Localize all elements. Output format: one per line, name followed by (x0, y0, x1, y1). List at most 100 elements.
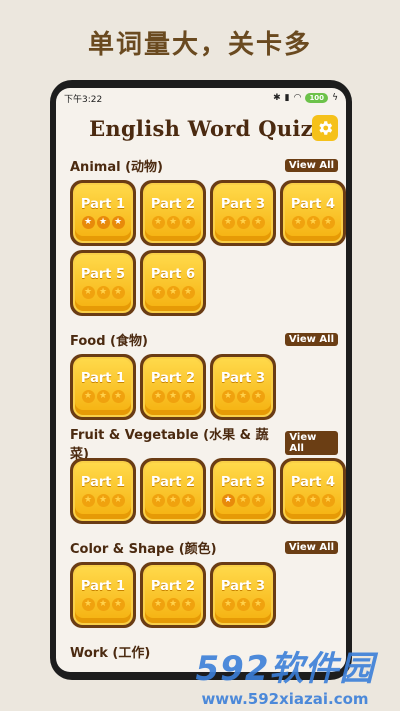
star-icon: ★ (81, 494, 95, 507)
part-label: Part 2 (150, 371, 196, 386)
part-tile[interactable]: Part 3 ★ ★ ★ (210, 562, 276, 628)
view-all-button[interactable]: View All (284, 332, 338, 346)
settings-button[interactable] (312, 115, 338, 141)
star-icon: ★ (151, 598, 165, 611)
star-rating: ★ ★ ★ (81, 286, 125, 299)
star-icon: ★ (251, 390, 265, 403)
star-icon: ★ (221, 494, 235, 507)
part-label: Part 3 (220, 197, 266, 212)
part-tile-face: Part 5 ★ ★ ★ (73, 253, 133, 313)
part-tile-face: Part 3 ★ ★ ★ (213, 461, 273, 521)
star-icon: ★ (166, 598, 180, 611)
part-tile[interactable]: Part 2 ★ ★ ★ (140, 180, 206, 246)
part-tile[interactable]: Part 2 ★ ★ ★ (140, 354, 206, 420)
part-grid: Part 1 ★ ★ ★ Part 2 ★ ★ ★ Part 3 ★ ★ ★ (64, 350, 338, 428)
status-icons: ✱ ▮ ◠ 100 ϟ (273, 93, 338, 103)
star-rating: ★ ★ ★ (81, 390, 125, 403)
part-tile[interactable]: Part 3 ★ ★ ★ (210, 354, 276, 420)
star-rating: ★ ★ ★ (151, 390, 195, 403)
app-title: English Word Quiz (89, 116, 313, 141)
part-tile[interactable]: Part 4 ★ ★ ★ (280, 180, 346, 246)
part-tile[interactable]: Part 2 ★ ★ ★ (140, 562, 206, 628)
status-time: 下午3:22 (64, 94, 103, 105)
signal-icon: ▮ (284, 93, 290, 103)
view-all-button[interactable]: View All (284, 158, 338, 172)
part-label: Part 2 (150, 197, 196, 212)
star-icon: ★ (221, 598, 235, 611)
watermark-logo: 592软件园 (195, 649, 375, 689)
star-icon: ★ (151, 494, 165, 507)
part-label: Part 3 (220, 371, 266, 386)
star-icon: ★ (151, 286, 165, 299)
part-grid: Part 1 ★ ★ ★ Part 2 ★ ★ ★ Part 3 ★ ★ ★ Part 4 ★ ★ ★ Part… (64, 176, 346, 324)
part-tile[interactable]: Part 3 ★ ★ ★ (210, 180, 276, 246)
bluetooth-icon: ✱ (273, 93, 281, 103)
star-icon: ★ (181, 216, 195, 229)
part-tile-face: Part 1 ★ ★ ★ (73, 183, 133, 243)
part-tile[interactable]: Part 1 ★ ★ ★ (70, 562, 136, 628)
part-tile-face: Part 3 ★ ★ ★ (213, 565, 273, 625)
part-tile-face: Part 2 ★ ★ ★ (143, 183, 203, 243)
star-icon: ★ (251, 598, 265, 611)
part-label: Part 2 (150, 475, 196, 490)
part-tile-face: Part 4 ★ ★ ★ (283, 183, 343, 243)
watermark-url: www.592xiazai.com (201, 690, 369, 708)
part-tile-face: Part 2 ★ ★ ★ (143, 357, 203, 417)
view-all-button[interactable]: View All (285, 431, 338, 455)
star-icon: ★ (96, 598, 110, 611)
part-tile[interactable]: Part 6 ★ ★ ★ (140, 250, 206, 316)
star-icon: ★ (166, 494, 180, 507)
star-rating: ★ ★ ★ (151, 216, 195, 229)
part-label: Part 1 (80, 197, 126, 212)
category-section: Fruit & Vegetable (水果 & 蔬菜) View All Part … (56, 428, 346, 532)
view-all-button[interactable]: View All (284, 540, 338, 554)
part-tile-face: Part 2 ★ ★ ★ (143, 565, 203, 625)
star-rating: ★ ★ ★ (151, 494, 195, 507)
star-rating: ★ ★ ★ (81, 216, 125, 229)
star-icon: ★ (321, 216, 335, 229)
star-icon: ★ (111, 286, 125, 299)
part-tile-face: Part 4 ★ ★ ★ (283, 461, 343, 521)
star-icon: ★ (221, 390, 235, 403)
star-icon: ★ (251, 216, 265, 229)
star-icon: ★ (181, 598, 195, 611)
part-grid: Part 1 ★ ★ ★ Part 2 ★ ★ ★ Part 3 ★ ★ ★ Part 4 ★ ★ ★ (64, 454, 346, 532)
part-label: Part 1 (80, 475, 126, 490)
star-icon: ★ (181, 494, 195, 507)
star-icon: ★ (221, 216, 235, 229)
part-tile-face: Part 6 ★ ★ ★ (143, 253, 203, 313)
star-icon: ★ (321, 494, 335, 507)
part-tile[interactable]: Part 1 ★ ★ ★ (70, 354, 136, 420)
part-label: Part 4 (290, 475, 336, 490)
part-label: Part 3 (220, 475, 266, 490)
star-icon: ★ (236, 494, 250, 507)
promo-caption: 单词量大，关卡多 (87, 30, 312, 60)
category-section: Animal (动物) View All Part 1 ★ ★ ★ Part 2 ★ ★ ★ Par… (56, 154, 346, 324)
wifi-icon: ◠ (293, 93, 302, 103)
section-header: Food (食物) View All (64, 328, 338, 350)
star-icon: ★ (306, 494, 320, 507)
star-icon: ★ (236, 390, 250, 403)
status-bar: 下午3:22 ✱ ▮ ◠ 100 ϟ (56, 88, 346, 108)
category-section: Color & Shape (颜色) View All Part 1 ★ ★ ★ Part … (56, 536, 346, 636)
part-tile[interactable]: Part 3 ★ ★ ★ (210, 458, 276, 524)
star-icon: ★ (111, 494, 125, 507)
section-title: Work (工作) (70, 645, 151, 661)
part-tile-face: Part 1 ★ ★ ★ (73, 461, 133, 521)
star-icon: ★ (81, 598, 95, 611)
section-header: Animal (动物) View All (64, 154, 338, 176)
charging-icon: ϟ (332, 93, 338, 103)
star-icon: ★ (181, 390, 195, 403)
star-icon: ★ (291, 216, 305, 229)
part-tile[interactable]: Part 4 ★ ★ ★ (280, 458, 346, 524)
gear-icon (319, 121, 333, 135)
part-label: Part 1 (80, 579, 126, 594)
part-tile[interactable]: Part 1 ★ ★ ★ (70, 180, 136, 246)
part-tile[interactable]: Part 5 ★ ★ ★ (70, 250, 136, 316)
part-tile-face: Part 3 ★ ★ ★ (213, 183, 273, 243)
part-tile[interactable]: Part 1 ★ ★ ★ (70, 458, 136, 524)
part-grid: Part 1 ★ ★ ★ Part 2 ★ ★ ★ Part 3 ★ ★ ★ (64, 558, 338, 636)
star-rating: ★ ★ ★ (291, 494, 335, 507)
star-rating: ★ ★ ★ (151, 286, 195, 299)
part-tile[interactable]: Part 2 ★ ★ ★ (140, 458, 206, 524)
